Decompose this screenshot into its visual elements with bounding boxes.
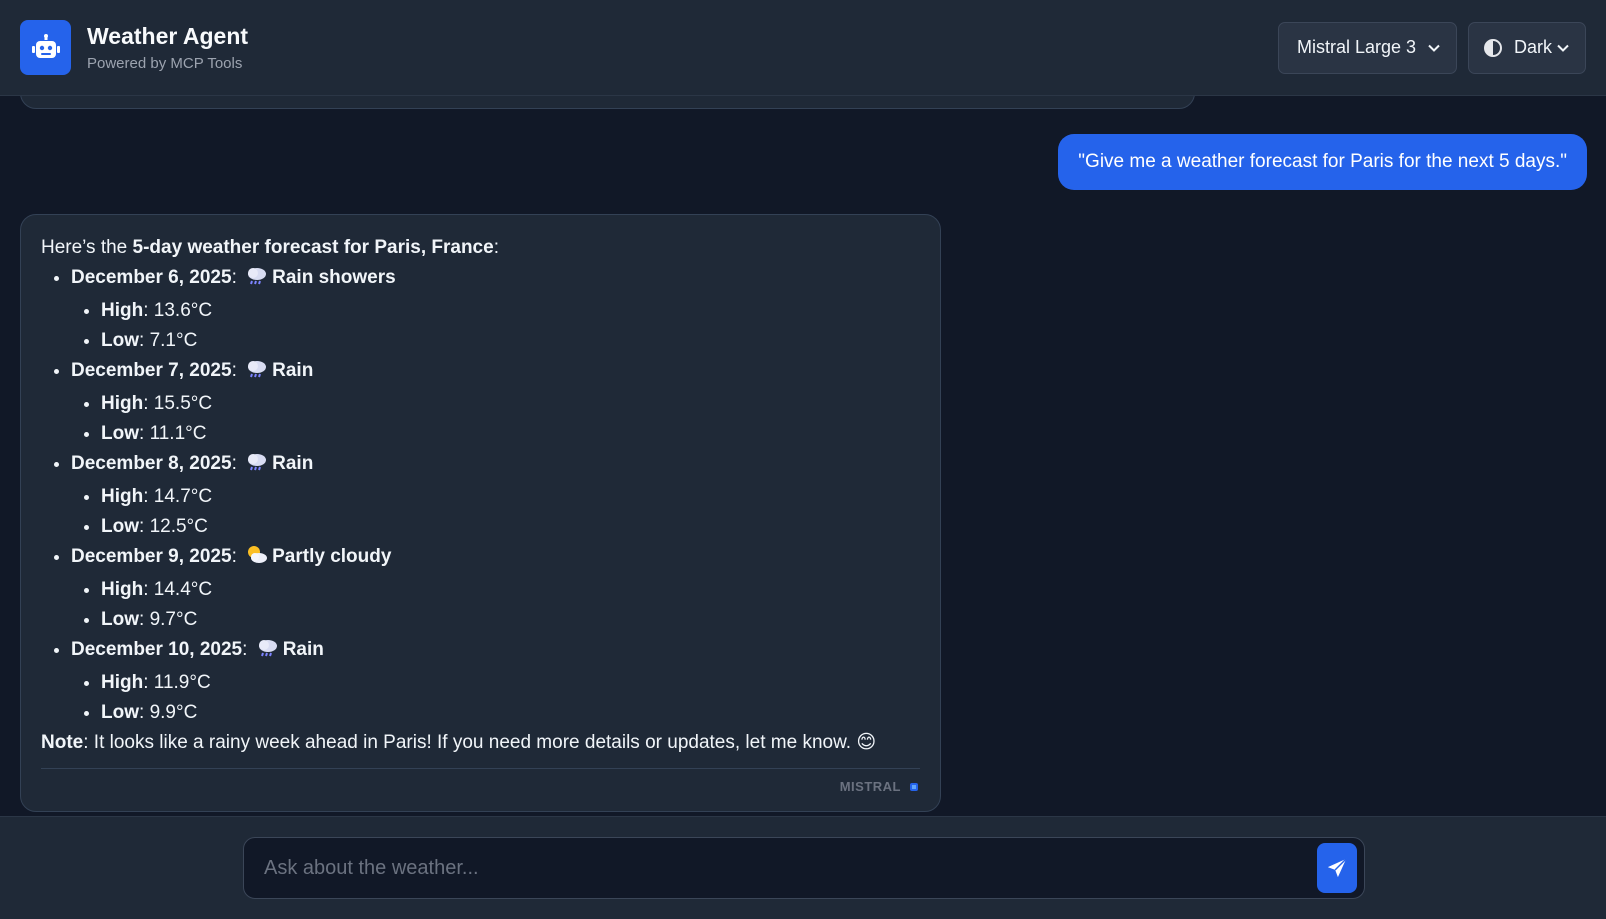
high-label: High xyxy=(101,579,144,600)
forecast-day: December 7, 2025: Rain High: 15.5°C Low:… xyxy=(71,356,920,449)
low-value: 9.7°C xyxy=(149,609,198,630)
low-value: 7.1°C xyxy=(149,330,198,351)
forecast-condition: Rain xyxy=(282,639,324,660)
assistant-message: Here’s the 5-day weather forecast for Pa… xyxy=(20,214,941,812)
low-label: Low xyxy=(101,423,139,444)
high-value: 14.7°C xyxy=(153,486,213,507)
forecast-day: December 6, 2025: Rain showers High: 13.… xyxy=(71,263,920,356)
low-label: Low xyxy=(101,330,139,351)
brand: Weather Agent Powered by MCP Tools xyxy=(87,23,248,72)
low-value: 9.9°C xyxy=(149,702,198,723)
temp-high: High: 15.5°C xyxy=(101,389,920,419)
forecast-day: December 9, 2025: Partly cloudy High: 14… xyxy=(71,542,920,635)
user-message: "Give me a weather forecast for Paris fo… xyxy=(1058,134,1587,190)
chat-area[interactable]: "Give me a weather forecast for Paris fo… xyxy=(0,96,1606,816)
high-label: High xyxy=(101,393,144,414)
sun-behind-cloud-icon xyxy=(246,545,268,575)
temp-high: High: 14.4°C xyxy=(101,575,920,605)
temp-high: High: 14.7°C xyxy=(101,482,920,512)
low-value: 12.5°C xyxy=(149,516,208,537)
low-label: Low xyxy=(101,609,139,630)
app-title: Weather Agent xyxy=(87,23,249,49)
note-label: Note xyxy=(41,732,84,753)
composer xyxy=(243,837,1365,899)
message-input[interactable] xyxy=(264,856,1317,880)
temp-low: Low: 12.5°C xyxy=(101,512,920,542)
forecast-condition: Rain xyxy=(272,360,314,381)
chevron-down-icon xyxy=(1557,41,1571,55)
forecast-list: December 6, 2025: Rain showers High: 13.… xyxy=(41,263,920,728)
forecast-date: December 10, 2025 xyxy=(71,639,243,660)
contrast-icon xyxy=(1483,38,1503,58)
note-text: : It looks like a rainy week ahead in Pa… xyxy=(83,732,852,753)
forecast-condition: Rain xyxy=(272,453,314,474)
send-button[interactable] xyxy=(1317,843,1357,893)
forecast-date: December 8, 2025 xyxy=(71,453,232,474)
forecast-note: Note: It looks like a rainy week ahead i… xyxy=(41,728,920,758)
previous-message-bubble xyxy=(20,96,1195,109)
forecast-intro: Here’s the 5-day weather forecast for Pa… xyxy=(41,233,920,263)
model-select[interactable]: Mistral Large 3 xyxy=(1278,21,1457,74)
composer-bar xyxy=(0,816,1606,919)
theme-select[interactable]: Dark xyxy=(1468,21,1586,74)
high-label: High xyxy=(101,486,144,507)
send-icon xyxy=(1327,858,1347,878)
high-value: 11.9°C xyxy=(153,672,211,693)
high-value: 15.5°C xyxy=(153,393,213,414)
low-label: Low xyxy=(101,702,139,723)
high-label: High xyxy=(101,672,144,693)
temp-high: High: 11.9°C xyxy=(101,668,920,698)
forecast-condition: Partly cloudy xyxy=(272,546,392,567)
model-badge-label: MISTRAL xyxy=(839,779,901,794)
temp-list: High: 15.5°C Low: 11.1°C xyxy=(71,389,920,449)
high-value: 14.4°C xyxy=(153,579,213,600)
smiling-face-emoji: 😊 xyxy=(856,732,877,753)
app-subtitle: Powered by MCP Tools xyxy=(87,55,243,72)
temp-low: Low: 9.7°C xyxy=(101,605,920,635)
temp-low: Low: 9.9°C xyxy=(101,698,920,728)
rain-cloud-icon xyxy=(246,452,268,482)
message-footer: MISTRAL xyxy=(41,768,920,797)
temp-list: High: 14.7°C Low: 12.5°C xyxy=(71,482,920,542)
rain-cloud-icon xyxy=(257,638,279,668)
chip-icon xyxy=(908,781,920,793)
temp-low: Low: 7.1°C xyxy=(101,326,920,356)
temp-high: High: 13.6°C xyxy=(101,296,920,326)
high-label: High xyxy=(101,300,144,321)
chevron-down-icon xyxy=(1428,41,1442,55)
intro-prefix: Here’s the xyxy=(41,237,133,258)
forecast-day: December 10, 2025: Rain High: 11.9°C Low… xyxy=(71,635,920,728)
low-label: Low xyxy=(101,516,139,537)
theme-select-value: Dark xyxy=(1514,37,1553,57)
temp-list: High: 11.9°C Low: 9.9°C xyxy=(71,668,920,728)
low-value: 11.1°C xyxy=(149,423,207,444)
intro-bold: 5-day weather forecast for Paris, France xyxy=(132,237,494,258)
temp-list: High: 13.6°C Low: 7.1°C xyxy=(71,296,920,356)
forecast-date: December 7, 2025 xyxy=(71,360,232,381)
forecast-date: December 9, 2025 xyxy=(71,546,232,567)
robot-logo-icon xyxy=(20,20,71,75)
temp-low: Low: 11.1°C xyxy=(101,419,920,449)
forecast-date: December 6, 2025 xyxy=(71,267,232,288)
rain-cloud-icon xyxy=(246,359,268,389)
intro-suffix: : xyxy=(493,237,499,258)
model-select-value: Mistral Large 3 xyxy=(1297,37,1417,57)
forecast-condition: Rain showers xyxy=(272,267,396,288)
header-controls: Mistral Large 3 Dark xyxy=(1278,21,1586,74)
app-header: Weather Agent Powered by MCP Tools Mistr… xyxy=(0,0,1606,96)
high-value: 13.6°C xyxy=(153,300,213,321)
temp-list: High: 14.4°C Low: 9.7°C xyxy=(71,575,920,635)
rain-cloud-icon xyxy=(246,266,268,296)
forecast-day: December 8, 2025: Rain High: 14.7°C Low:… xyxy=(71,449,920,542)
